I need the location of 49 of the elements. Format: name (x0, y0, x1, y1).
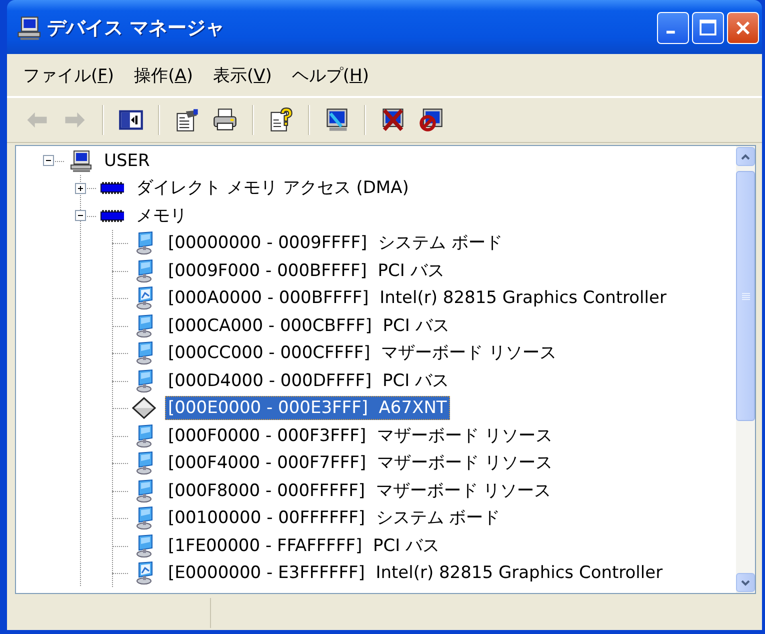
scroll-down-button[interactable] (736, 573, 755, 592)
minus-icon (46, 160, 52, 162)
tree-item[interactable]: [000E0000 - 000E3FFF] A67XNT (165, 396, 450, 420)
plus-icon (78, 185, 84, 192)
monitor-wrench-icon (324, 107, 350, 133)
grip-icon (742, 292, 750, 300)
maximize-icon (700, 20, 716, 36)
tree-item[interactable]: [000CA000 - 000CBFFF] PCI バス (165, 314, 452, 338)
monitor-cross-icon (380, 107, 406, 133)
minimize-button[interactable] (657, 12, 689, 44)
menu-item[interactable]: ファイル(F) (15, 60, 122, 90)
tree-item[interactable]: [000F8000 - 000FFFFF] マザーボード リソース (165, 478, 554, 503)
printer-icon (212, 107, 238, 133)
tree-item[interactable]: メモリ (133, 204, 190, 228)
diamond-icon (132, 396, 156, 420)
minus-icon (78, 215, 84, 216)
monitor-blocked-icon (418, 107, 444, 133)
tree-item[interactable]: ダイレクト メモリ アクセス (DMA) (133, 176, 412, 200)
menu-item[interactable]: ヘルプ(H) (284, 60, 377, 90)
minimize-icon (666, 30, 675, 34)
tree-item[interactable]: [0009F000 - 000BFFFF] PCI バス (165, 258, 448, 283)
tree-item[interactable]: [000A0000 - 000BFFFF] Intel(r) 82815 Graphics Controller (165, 286, 670, 310)
menu-item[interactable]: 表示(V) (204, 60, 280, 90)
menu-item[interactable]: 操作(A) (126, 60, 201, 90)
tree-item[interactable]: [000F0000 - 000F3FFF] マザーボード リソース (165, 424, 556, 448)
collapse-button[interactable] (75, 210, 86, 222)
tree-item[interactable]: [000D4000 - 000DFFFF] PCI バス (165, 368, 452, 393)
scrollbar[interactable] (736, 146, 755, 593)
maximize-button[interactable] (692, 12, 724, 44)
tree-item[interactable]: USER (101, 148, 153, 173)
expand-button[interactable] (75, 182, 86, 194)
tree-item[interactable]: [1FE00000 - FFAFFFFF] PCI バス (165, 534, 442, 558)
tree-item[interactable]: [000CC000 - 000CFFFF] マザーボード リソース (165, 341, 560, 366)
scroll-thumb[interactable] (736, 171, 755, 421)
tree-item[interactable]: [00100000 - 00FFFFFF] システム ボード (165, 506, 504, 530)
computer-icon (68, 148, 92, 173)
scroll-up-button[interactable] (736, 147, 755, 166)
up-caret-icon (741, 154, 750, 160)
tree-item[interactable]: [E0000000 - E3FFFFFF] Intel(r) 82815 Graphics Controller (165, 561, 666, 586)
close-button[interactable] (727, 12, 759, 44)
properties-icon (174, 107, 200, 133)
computer-icon (15, 15, 41, 41)
tree-item[interactable]: [00000000 - 0009FFFF] システム ボード (165, 231, 506, 256)
help-icon (268, 107, 294, 133)
collapse-button[interactable] (43, 155, 54, 166)
down-caret-icon (741, 580, 750, 586)
window-title: デバイス マネージャ (47, 16, 226, 41)
close-icon (736, 21, 750, 35)
tree-item[interactable]: [000F4000 - 000F7FFF] マザーボード リソース (165, 451, 556, 476)
